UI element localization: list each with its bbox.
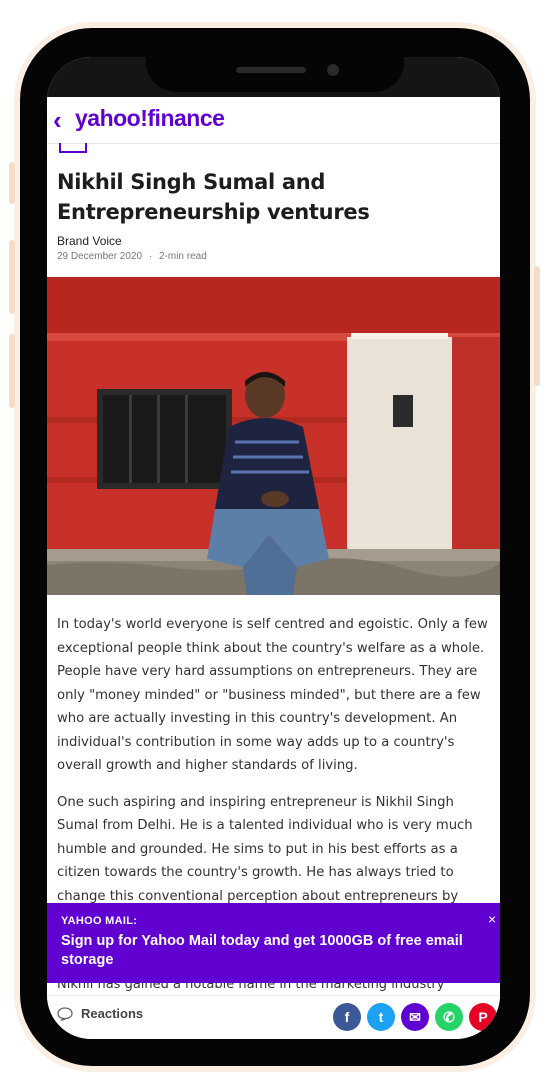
promo-label: YAHOO MAIL:	[61, 915, 138, 927]
facebook-glyph: f	[344, 1009, 350, 1025]
pinterest-glyph: P	[478, 1009, 488, 1025]
yahoo-mail-promo-banner[interactable]: YAHOO MAIL: Sign up for Yahoo Mail today…	[47, 903, 500, 983]
logo-finance: finance	[147, 105, 225, 131]
mail-icon[interactable]: ✉	[401, 1003, 429, 1031]
phone-notch	[146, 28, 404, 92]
front-camera	[327, 64, 339, 76]
article-title: Nikhil Singh Sumal and Entrepreneurship …	[57, 170, 370, 224]
twitter-glyph: t	[378, 1009, 384, 1025]
article-meta: 29 December 2020 · 2-min read	[57, 251, 207, 262]
hero-photo-illustration	[47, 277, 500, 595]
twitter-icon[interactable]: t	[367, 1003, 395, 1031]
mail-glyph: ✉	[409, 1008, 421, 1025]
read-time: 2-min read	[158, 251, 207, 262]
article-paragraph: In today's world everyone is self centre…	[57, 617, 488, 773]
whatsapp-glyph: ✆	[443, 1008, 455, 1025]
meta-separator: ·	[148, 251, 153, 262]
article-hero-image	[47, 277, 500, 595]
whatsapp-icon[interactable]: ✆	[435, 1003, 463, 1031]
phone-side-button	[534, 266, 540, 386]
app-header: ‹ yahoo!finance	[47, 97, 500, 144]
article-date: 29 December 2020	[57, 251, 143, 262]
speech-bubble-icon	[57, 1006, 73, 1021]
phone-side-button	[9, 334, 15, 408]
phone-side-button	[9, 162, 15, 204]
facebook-icon[interactable]: f	[333, 1003, 361, 1031]
back-chevron-icon[interactable]: ‹	[53, 107, 62, 133]
share-footer: Reactions f t ✉ ✆ P	[47, 995, 500, 1039]
article-body: In today's world everyone is self centre…	[57, 613, 497, 945]
phone-screen: ‹ yahoo!finance Nikhil Singh Sumal and E…	[47, 57, 500, 1039]
phone-speaker	[236, 67, 306, 73]
promo-text[interactable]: Sign up for Yahoo Mail today and get 100…	[61, 932, 491, 970]
reactions-label: Reactions	[81, 1006, 144, 1021]
logo-yahoo: yahoo!	[75, 105, 148, 131]
article-byline: Brand Voice	[57, 234, 122, 248]
reactions-button[interactable]: Reactions	[57, 1006, 143, 1021]
pinterest-icon[interactable]: P	[469, 1003, 497, 1031]
section-tab-indicator	[59, 143, 87, 153]
yahoo-finance-logo[interactable]: yahoo!finance	[75, 105, 225, 132]
close-icon[interactable]: ×	[488, 911, 500, 927]
phone-side-button	[9, 240, 15, 314]
